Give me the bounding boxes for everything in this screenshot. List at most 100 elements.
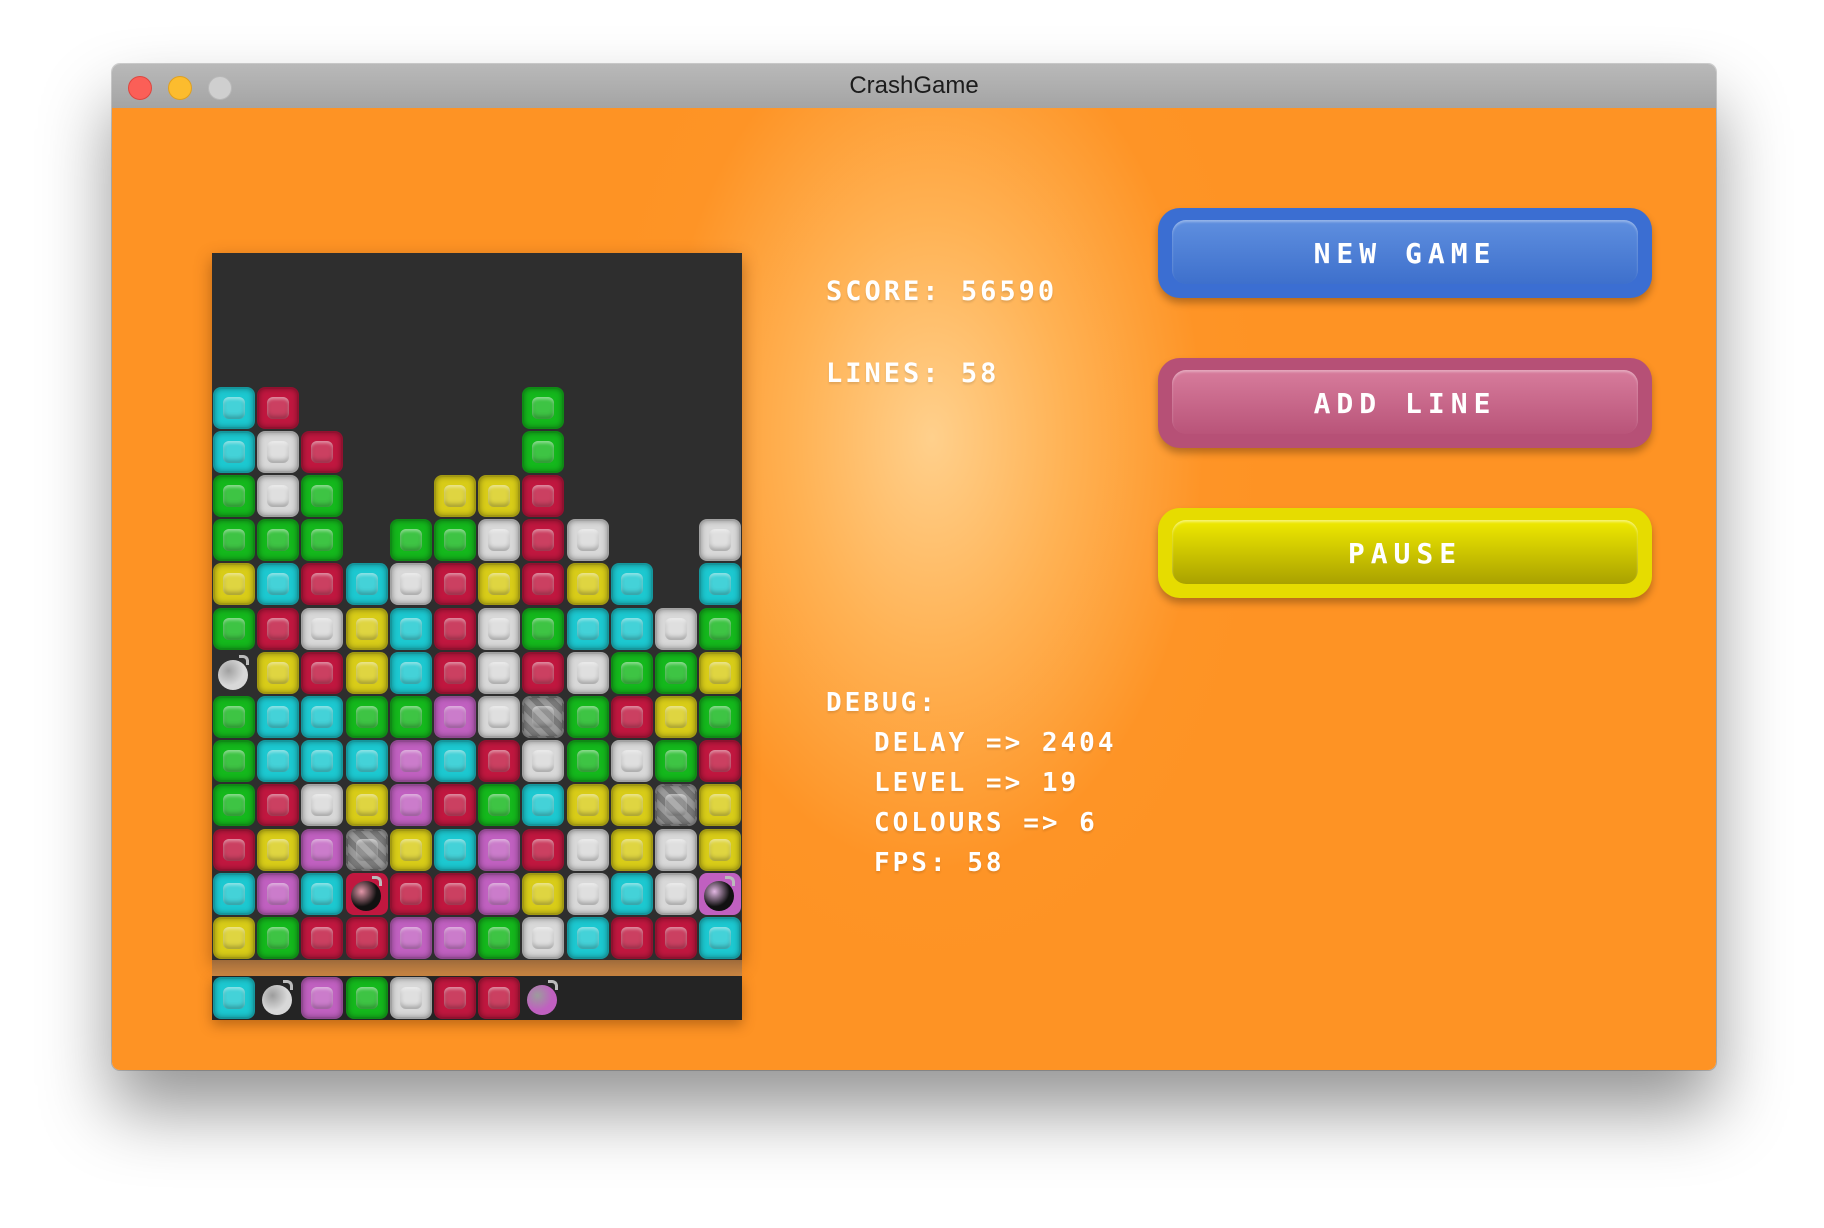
cyan-block — [566, 607, 609, 650]
green-block — [257, 917, 300, 959]
black-bomb — [345, 872, 388, 915]
yellow-block — [699, 784, 742, 827]
yellow-block — [213, 563, 255, 606]
green-block — [478, 784, 521, 827]
game-board[interactable] — [212, 253, 742, 960]
white-block — [478, 696, 521, 738]
yellow-block — [478, 475, 521, 517]
white-block — [566, 519, 609, 562]
red-block — [610, 917, 653, 959]
cyan-block — [389, 607, 432, 650]
cyan-block — [301, 872, 344, 915]
lines-display: LINES: 58 — [826, 358, 999, 389]
lines-value: 58 — [960, 358, 1000, 389]
debug-delay: DELAY => 2404 — [874, 728, 1117, 758]
title-bar: CrashGame — [112, 64, 1716, 109]
yellow-block — [257, 651, 300, 694]
white-block — [257, 430, 300, 473]
yellow-block — [566, 784, 609, 827]
red-block — [301, 430, 344, 473]
red-block — [301, 563, 344, 606]
grey-x-block — [345, 828, 388, 871]
green-block — [699, 696, 742, 738]
green-block — [213, 475, 255, 517]
score-value: 56590 — [960, 276, 1058, 307]
white-block — [389, 977, 432, 1019]
red-block — [610, 696, 653, 738]
debug-level: LEVEL => 19 — [874, 768, 1080, 798]
lines-label: LINES: — [826, 358, 942, 389]
red-block — [301, 651, 344, 694]
green-block — [610, 651, 653, 694]
game-window: CrashGame SCORE: 56590 LINES: 58 DEBUG: … — [112, 64, 1716, 1070]
green-block — [699, 607, 742, 650]
cyan-block — [301, 696, 344, 738]
red-block — [478, 740, 521, 783]
cyan-block — [257, 740, 300, 783]
add-line-button[interactable]: ADD LINE — [1158, 358, 1652, 448]
cyan-block — [213, 977, 255, 1019]
red-block — [345, 917, 388, 959]
debug-colours: COLOURS => 6 — [874, 808, 1098, 838]
yellow-block — [345, 651, 388, 694]
cyan-block — [610, 563, 653, 606]
red-block — [257, 607, 300, 650]
cyan-block — [610, 607, 653, 650]
red-block — [522, 563, 565, 606]
white-block — [655, 607, 697, 650]
debug-title: DEBUG: — [826, 688, 938, 718]
purple-block — [257, 872, 300, 915]
yellow-block — [655, 696, 697, 738]
cyan-block — [345, 740, 388, 783]
white-block — [566, 651, 609, 694]
red-block — [522, 651, 565, 694]
yellow-block — [389, 828, 432, 871]
white-block — [522, 740, 565, 783]
white-block — [301, 607, 344, 650]
new-game-label: NEW GAME — [1313, 236, 1497, 270]
pause-button[interactable]: PAUSE — [1158, 508, 1652, 598]
add-line-label: ADD LINE — [1313, 386, 1497, 420]
game-area: SCORE: 56590 LINES: 58 DEBUG: DELAY => 2… — [112, 108, 1716, 1070]
cyan-block — [434, 828, 476, 871]
white-block — [478, 651, 521, 694]
purple-block — [301, 828, 344, 871]
red-block — [522, 828, 565, 871]
cyan-block — [257, 563, 300, 606]
green-block — [213, 607, 255, 650]
green-block — [213, 740, 255, 783]
white-block — [522, 917, 565, 959]
debug-fps: FPS: 58 — [874, 848, 1005, 878]
red-block — [522, 519, 565, 562]
cyan-block — [699, 917, 742, 959]
red-block — [434, 872, 476, 915]
red-block — [213, 828, 255, 871]
cyan-block — [389, 651, 432, 694]
purple-block — [478, 872, 521, 915]
white-block — [655, 828, 697, 871]
yellow-block — [213, 917, 255, 959]
new-game-button[interactable]: NEW GAME — [1158, 208, 1652, 298]
pause-label: PAUSE — [1347, 536, 1463, 570]
yellow-block — [610, 784, 653, 827]
cyan-block — [213, 386, 255, 429]
green-block — [522, 430, 565, 473]
grey-x-block — [522, 696, 565, 738]
cyan-block — [345, 563, 388, 606]
fuse-icon — [548, 980, 559, 990]
cyan-block — [610, 872, 653, 915]
cyan-block — [434, 740, 476, 783]
fuse-icon — [283, 980, 294, 990]
green-block — [434, 519, 476, 562]
white-block — [478, 519, 521, 562]
red-block — [434, 651, 476, 694]
green-block — [301, 475, 344, 517]
green-block — [257, 519, 300, 562]
white-block — [389, 563, 432, 606]
grey-x-block — [655, 784, 697, 827]
yellow-block — [610, 828, 653, 871]
green-block — [655, 651, 697, 694]
green-block — [213, 519, 255, 562]
red-block — [301, 917, 344, 959]
purple-block — [389, 917, 432, 959]
